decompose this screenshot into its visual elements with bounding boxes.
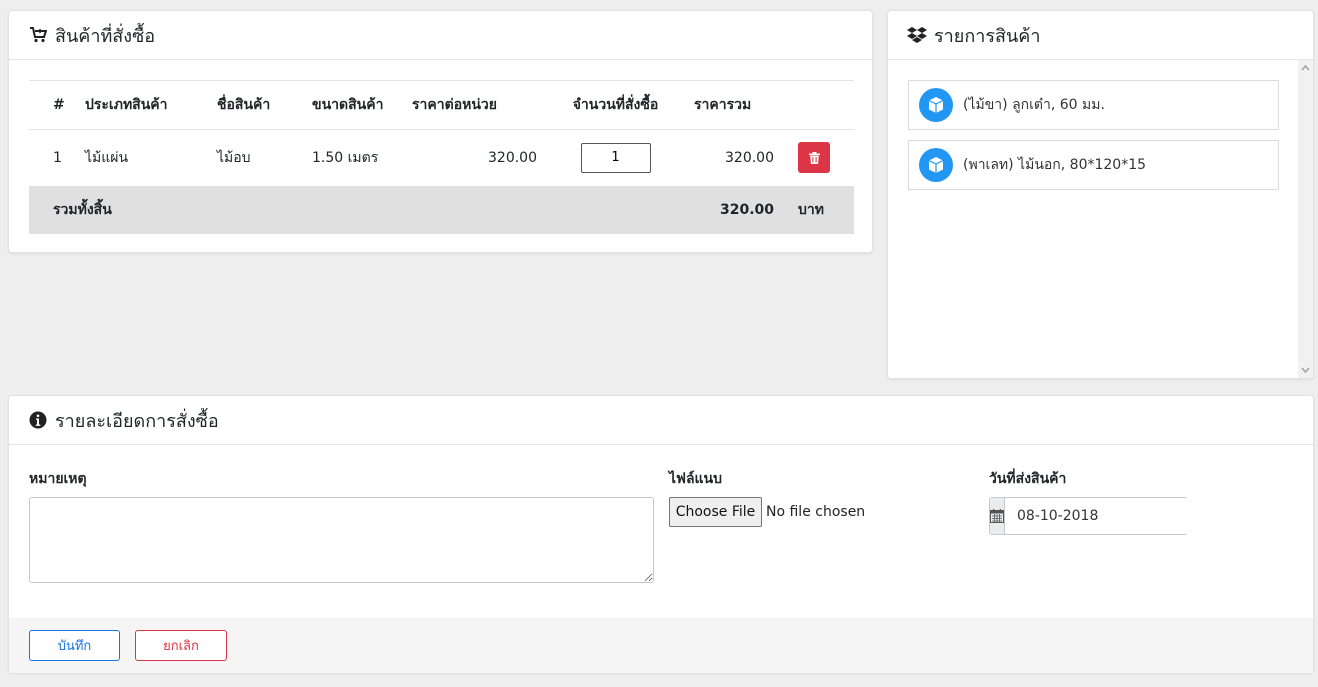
product-list-card: รายการสินค้า (ไม้ขา) ลูกเต๋า, 60 มม. (พา… bbox=[887, 10, 1314, 379]
product-list-header: รายการสินค้า bbox=[888, 11, 1313, 60]
ordered-items-header: สินค้าที่สั่งซื้อ bbox=[9, 11, 872, 60]
quantity-input[interactable] bbox=[580, 142, 651, 173]
choose-file-button[interactable]: Choose File bbox=[669, 497, 762, 527]
product-item-label: (ไม้ขา) ลูกเต๋า, 60 มม. bbox=[963, 97, 1105, 113]
order-details-title: รายละเอียดการสั่งซื้อ bbox=[55, 410, 219, 432]
col-name: ชื่อสินค้า bbox=[217, 80, 312, 130]
product-item-label: (พาเลท) ไม้นอก, 80*120*15 bbox=[963, 157, 1147, 173]
col-total: ราคารวม bbox=[694, 80, 774, 130]
ordered-items-title: สินค้าที่สั่งซื้อ bbox=[55, 25, 156, 47]
table-row: 1 ไม้แผ่น ไม้อบ 1.50 เมตร 320.00 320.00 bbox=[29, 130, 854, 186]
remarks-textarea[interactable] bbox=[29, 497, 654, 583]
col-type: ประเภทสินค้า bbox=[85, 80, 217, 130]
calendar-icon[interactable] bbox=[990, 498, 1005, 534]
remarks-label: หมายเหตุ bbox=[29, 471, 87, 487]
row-type: ไม้แผ่น bbox=[85, 149, 129, 166]
trash-icon bbox=[808, 151, 820, 164]
ordered-items-card: สินค้าที่สั่งซื้อ # ประเภทสินค้า ชื่อสิน… bbox=[8, 10, 873, 253]
total-currency: บาท bbox=[774, 185, 854, 234]
total-row: รวมทั้งสิ้น 320.00 บาท bbox=[29, 185, 854, 234]
product-list-title: รายการสินค้า bbox=[934, 25, 1041, 47]
product-list: (ไม้ขา) ลูกเต๋า, 60 มม. (พาเลท) ไม้นอก, … bbox=[888, 60, 1299, 378]
scroll-up-icon bbox=[1301, 64, 1310, 71]
row-name: ไม้อบ bbox=[217, 149, 251, 166]
product-list-scrollbar[interactable] bbox=[1298, 60, 1313, 378]
row-size: 1.50 เมตร bbox=[312, 149, 379, 166]
save-button[interactable]: บันทึก bbox=[29, 630, 120, 661]
row-total: 320.00 bbox=[725, 149, 774, 166]
row-qty-cell bbox=[537, 130, 694, 186]
table-header-row: # ประเภทสินค้า ชื่อสินค้า ขนาดสินค้า ราค… bbox=[29, 80, 854, 130]
col-no: # bbox=[29, 80, 85, 130]
cube-icon bbox=[919, 148, 953, 182]
row-unit-price: 320.00 bbox=[488, 149, 537, 166]
scroll-down-icon bbox=[1301, 367, 1310, 374]
info-circle-icon bbox=[28, 410, 48, 430]
delivery-date-input[interactable] bbox=[1005, 498, 1191, 534]
product-item[interactable]: (พาเลท) ไม้นอก, 80*120*15 bbox=[908, 140, 1279, 190]
col-qty: จำนวนที่สั่งซื้อ bbox=[537, 80, 694, 130]
total-value: 320.00 bbox=[694, 185, 774, 234]
file-status: No file chosen bbox=[766, 504, 866, 520]
cube-icon bbox=[919, 88, 953, 122]
delivery-date-group bbox=[989, 497, 1191, 535]
row-actions bbox=[774, 130, 854, 186]
card-footer: บันทึก ยกเลิก bbox=[9, 618, 1313, 673]
product-item[interactable]: (ไม้ขา) ลูกเต๋า, 60 มม. bbox=[908, 80, 1279, 130]
dropbox-icon bbox=[907, 25, 927, 45]
cart-icon bbox=[28, 25, 48, 45]
cancel-button[interactable]: ยกเลิก bbox=[135, 630, 227, 661]
ordered-items-table: # ประเภทสินค้า ชื่อสินค้า ขนาดสินค้า ราค… bbox=[29, 80, 854, 234]
col-unit-price: ราคาต่อหน่วย bbox=[412, 80, 537, 130]
order-details-card: รายละเอียดการสั่งซื้อ หมายเหตุ ไฟล์แนบ C… bbox=[8, 395, 1314, 673]
order-details-header: รายละเอียดการสั่งซื้อ bbox=[9, 396, 1313, 445]
col-actions bbox=[774, 80, 854, 130]
total-label: รวมทั้งสิ้น bbox=[29, 185, 694, 234]
attachment-label: ไฟล์แนบ bbox=[669, 471, 723, 487]
delete-item-button[interactable] bbox=[798, 142, 830, 174]
row-no: 1 bbox=[53, 149, 62, 166]
col-size: ขนาดสินค้า bbox=[312, 80, 412, 130]
delivery-date-label: วันที่ส่งสินค้า bbox=[989, 471, 1067, 487]
